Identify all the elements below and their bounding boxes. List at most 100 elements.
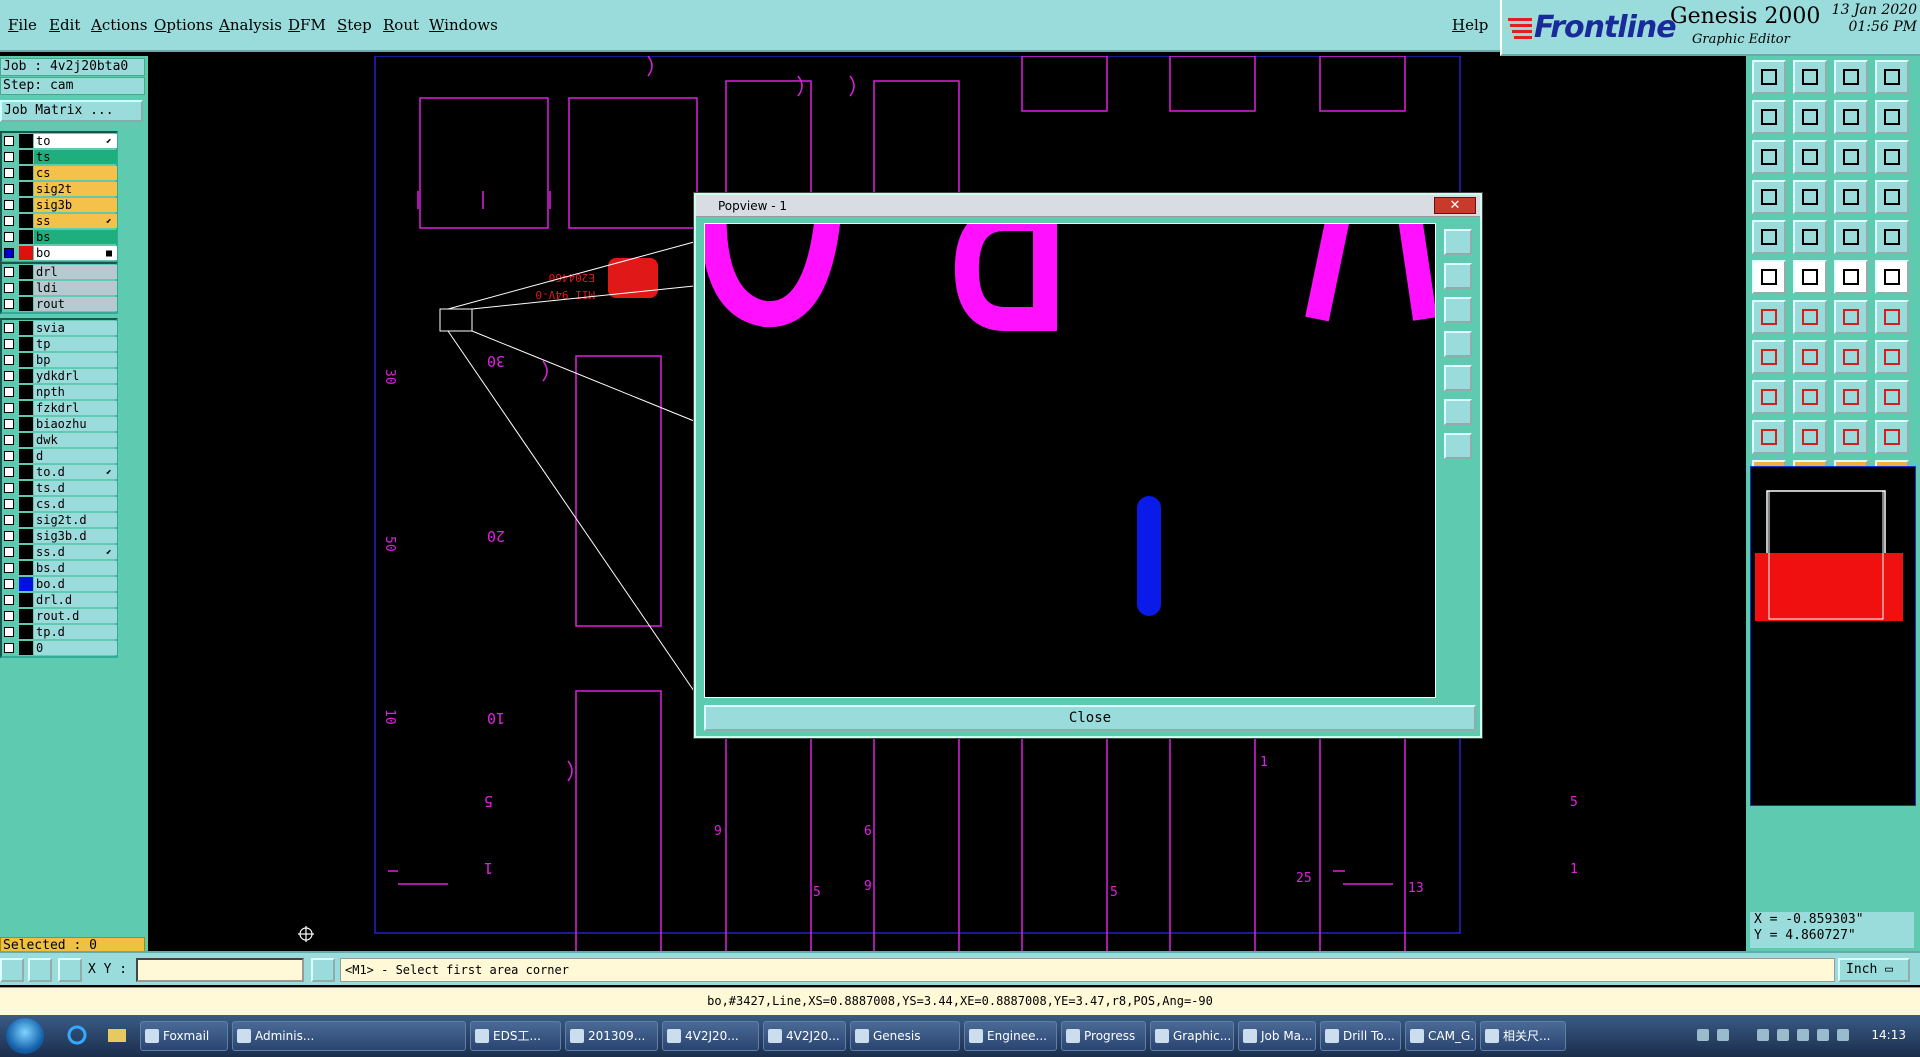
layer-row[interactable]: sig2t: [2, 181, 117, 197]
layer-checkbox[interactable]: [4, 451, 14, 461]
tool-button[interactable]: [1793, 380, 1827, 414]
layer-color-swatch[interactable]: [19, 230, 33, 244]
menu-file[interactable]: File: [8, 16, 37, 34]
taskbar-item[interactable]: Adminis...: [232, 1021, 466, 1051]
tool-button[interactable]: [1875, 380, 1909, 414]
layer-checkbox[interactable]: [4, 643, 14, 653]
tool-button[interactable]: [1875, 340, 1909, 374]
tool-button[interactable]: [1834, 140, 1868, 174]
layer-color-swatch[interactable]: [19, 545, 33, 559]
layer-name[interactable]: tp.d: [34, 625, 117, 639]
tool-button[interactable]: [1752, 420, 1786, 454]
measure-button[interactable]: [28, 958, 52, 982]
layer-color-swatch[interactable]: [19, 182, 33, 196]
layer-color-swatch[interactable]: [19, 497, 33, 511]
layer-name[interactable]: biaozhu: [34, 417, 117, 431]
layer-row[interactable]: 0: [2, 640, 117, 656]
tool-button[interactable]: [1752, 300, 1786, 334]
layer-color-swatch[interactable]: [19, 214, 33, 228]
layer-checkbox[interactable]: [4, 184, 14, 194]
layer-checkbox[interactable]: [4, 547, 14, 557]
layer-row[interactable]: ldi: [2, 280, 117, 296]
layer-name[interactable]: cs.d: [34, 497, 117, 511]
layer-checkbox[interactable]: [4, 419, 14, 429]
layer-name[interactable]: tp: [34, 337, 117, 351]
layer-checkbox[interactable]: [4, 595, 14, 605]
layer-name[interactable]: ydkdrl: [34, 369, 117, 383]
layer-name[interactable]: bo.d: [34, 577, 117, 591]
tool-button[interactable]: [1752, 260, 1786, 294]
tool-button[interactable]: [1875, 140, 1909, 174]
layer-checkbox[interactable]: [4, 323, 14, 333]
layer-checkbox[interactable]: [4, 627, 14, 637]
layer-name[interactable]: sig3b.d: [34, 529, 117, 543]
layer-checkbox[interactable]: [4, 355, 14, 365]
layer-color-swatch[interactable]: [19, 246, 33, 260]
tool-button[interactable]: [1834, 260, 1868, 294]
tool-button[interactable]: [1834, 420, 1868, 454]
layer-color-swatch[interactable]: [19, 561, 33, 575]
tool-button[interactable]: [1834, 180, 1868, 214]
taskbar-item[interactable]: CAM_G...: [1405, 1021, 1476, 1051]
layer-checkbox[interactable]: [4, 200, 14, 210]
layer-color-swatch[interactable]: [19, 198, 33, 212]
layer-name[interactable]: bs.d: [34, 561, 117, 575]
taskbar-item[interactable]: 201309...: [565, 1021, 658, 1051]
layer-row[interactable]: ts.d: [2, 480, 117, 496]
taskbar-item[interactable]: Genesis: [850, 1021, 960, 1051]
menu-help[interactable]: Help: [1452, 16, 1488, 34]
layer-name[interactable]: svia: [34, 321, 117, 335]
menu-step[interactable]: Step: [337, 16, 372, 34]
layer-row[interactable]: drl: [2, 264, 117, 280]
layer-row[interactable]: sig2t.d: [2, 512, 117, 528]
folder-icon[interactable]: [106, 1023, 128, 1047]
layer-row[interactable]: bs.d: [2, 560, 117, 576]
layer-checkbox[interactable]: [4, 216, 14, 226]
layer-name[interactable]: ts: [34, 150, 117, 164]
layer-color-swatch[interactable]: [19, 369, 33, 383]
layer-row[interactable]: sig3b: [2, 197, 117, 213]
layer-checkbox[interactable]: [4, 611, 14, 621]
layer-color-swatch[interactable]: [19, 134, 33, 148]
tool-button[interactable]: [1834, 100, 1868, 134]
tool-button[interactable]: [1834, 340, 1868, 374]
tool-button[interactable]: [1875, 300, 1909, 334]
layer-checkbox[interactable]: [4, 232, 14, 242]
layer-row[interactable]: svia: [2, 320, 117, 336]
layer-row[interactable]: cs: [2, 165, 117, 181]
layer-name[interactable]: rout: [34, 297, 117, 311]
tool-button[interactable]: [1752, 380, 1786, 414]
layer-color-swatch[interactable]: [19, 353, 33, 367]
pop-pan-left-button[interactable]: [1444, 331, 1472, 357]
tool-button[interactable]: [1793, 260, 1827, 294]
layer-checkbox[interactable]: [4, 403, 14, 413]
menu-edit[interactable]: Edit: [49, 16, 80, 34]
taskbar-item[interactable]: 4V2J20...: [662, 1021, 759, 1051]
layer-name[interactable]: to: [34, 134, 117, 148]
menu-analysis[interactable]: Analysis: [219, 16, 282, 34]
layer-checkbox[interactable]: [4, 371, 14, 381]
layer-checkbox[interactable]: [4, 299, 14, 309]
layer-checkbox[interactable]: [4, 531, 14, 541]
tool-button[interactable]: [1793, 100, 1827, 134]
layer-row[interactable]: sig3b.d: [2, 528, 117, 544]
layer-checkbox[interactable]: [4, 435, 14, 445]
layer-color-swatch[interactable]: [19, 593, 33, 607]
snap-button[interactable]: [0, 958, 24, 982]
tool-button[interactable]: [1875, 420, 1909, 454]
tool-button[interactable]: [1875, 100, 1909, 134]
layer-row[interactable]: bo ■: [2, 245, 117, 261]
layer-row[interactable]: dwk: [2, 432, 117, 448]
layer-row[interactable]: bs: [2, 229, 117, 245]
layer-checkbox[interactable]: [4, 579, 14, 589]
tool-button[interactable]: [1793, 300, 1827, 334]
tool-button[interactable]: [1793, 180, 1827, 214]
grid-button[interactable]: [58, 958, 82, 982]
layer-row[interactable]: cs.d: [2, 496, 117, 512]
layer-color-swatch[interactable]: [19, 297, 33, 311]
layer-color-swatch[interactable]: [19, 321, 33, 335]
menu-actions[interactable]: Actions: [91, 16, 147, 34]
layer-color-swatch[interactable]: [19, 385, 33, 399]
layer-color-swatch[interactable]: [19, 513, 33, 527]
layer-name[interactable]: cs: [34, 166, 117, 180]
